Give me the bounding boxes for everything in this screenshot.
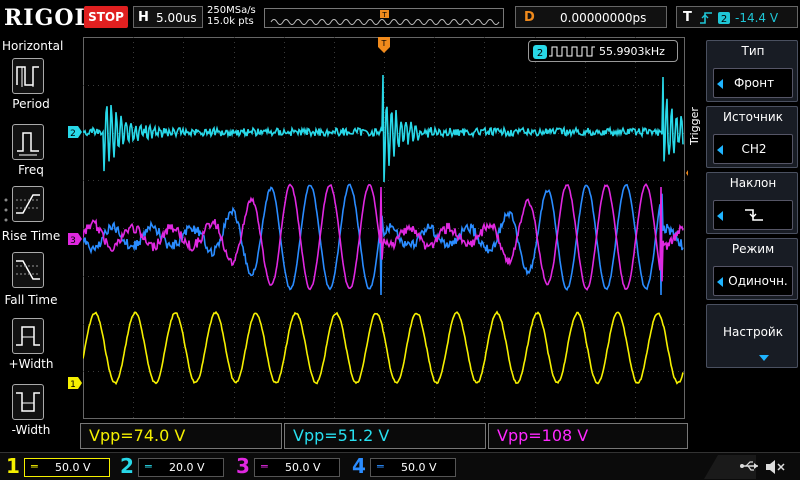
trigger-status[interactable]: T 2 -14.4 V xyxy=(676,6,798,28)
frequency-value: 55.9903kHz xyxy=(599,45,665,58)
trigger-type-softkey[interactable]: Тип Фронт xyxy=(706,40,798,102)
fall-time-icon xyxy=(16,260,40,280)
measurement-ch2-vpp[interactable]: Vpp=51.2 V xyxy=(284,423,486,449)
ch2-number: 2 xyxy=(120,454,134,478)
trigger-source-title: Источник xyxy=(723,110,783,124)
svg-text:T: T xyxy=(381,11,387,19)
trigger-source-value: CH2 xyxy=(741,142,767,156)
trigger-menu: Trigger Тип Фронт Источник CH2 Наклон Ре… xyxy=(688,36,800,452)
ch3-settings[interactable]: 3 ═ 50.0 V xyxy=(236,454,346,479)
svg-text:T: T xyxy=(381,39,387,48)
trigger-menu-label: Trigger xyxy=(688,107,701,145)
freq-label: Freq xyxy=(18,163,44,177)
ch4-scale: 50.0 V xyxy=(401,461,437,474)
trigger-mode-title: Режим xyxy=(731,242,775,256)
status-bar: RIGOL STOP H 5.00us 250MSa/s 15.0k pts T… xyxy=(0,0,800,36)
trigger-key: T xyxy=(683,10,692,25)
waveform-display[interactable] xyxy=(82,37,685,419)
freq-button[interactable] xyxy=(12,124,44,160)
speaker-muted-icon[interactable] xyxy=(764,458,786,476)
trigger-settings-softkey[interactable]: Настройк xyxy=(706,304,798,368)
ch1-settings[interactable]: 1 ═ 50.0 V xyxy=(6,454,116,479)
positive-width-button[interactable] xyxy=(12,318,44,354)
svg-text:3: 3 xyxy=(70,236,76,245)
trigger-type-title: Тип xyxy=(741,44,765,58)
rise-time-label: Rise Time xyxy=(1,229,61,243)
svg-text:2: 2 xyxy=(721,14,727,25)
trigger-slope-softkey[interactable]: Наклон xyxy=(706,172,798,234)
channel-bar: 1 ═ 50.0 V 2 ═ 20.0 V 3 ═ 50.0 V 4 ═ 50.… xyxy=(0,452,800,480)
svg-text:2: 2 xyxy=(537,48,543,59)
trigger-position-marker[interactable]: T xyxy=(378,37,390,53)
measurement-ch3-vpp[interactable]: Vpp=108 V xyxy=(488,423,688,449)
svg-text:2: 2 xyxy=(70,129,76,138)
trigger-source-softkey[interactable]: Источник CH2 xyxy=(706,106,798,168)
dc-coupling-icon: ═ xyxy=(377,460,384,473)
rise-time-button[interactable] xyxy=(12,186,44,222)
ch2-badge-icon: 2 xyxy=(533,45,547,59)
horizontal-timebase[interactable]: H 5.00us xyxy=(133,6,203,28)
acquisition-info: 250MSa/s 15.0k pts xyxy=(207,5,256,27)
ch1-offset-marker[interactable]: 1 xyxy=(68,377,82,389)
fall-time-label: Fall Time xyxy=(4,293,58,307)
trigger-slope-title: Наклон xyxy=(729,176,777,190)
dc-coupling-icon: ═ xyxy=(31,460,38,473)
ch2-scale: 20.0 V xyxy=(169,461,205,474)
menu-title: Horizontal xyxy=(2,39,64,53)
falling-edge-icon xyxy=(745,209,763,221)
trigger-level-value: -14.4 V xyxy=(735,11,779,25)
frequency-counter[interactable]: 2 55.9903kHz xyxy=(528,40,678,62)
ch4-number: 4 xyxy=(352,454,366,478)
ch3-scale: 50.0 V xyxy=(285,461,321,474)
frequency-icon xyxy=(17,132,39,156)
dc-coupling-icon: ═ xyxy=(261,460,268,473)
timebase-value: 5.00us xyxy=(156,11,197,25)
delay-value: 0.00000000ps xyxy=(560,11,647,25)
horizontal-measure-menu: Horizontal Period Freq Rise Time Fall Ti… xyxy=(0,36,64,452)
period-icon xyxy=(16,66,39,87)
brand-logo: RIGOL xyxy=(4,5,91,31)
ch3-number: 3 xyxy=(236,454,250,478)
trigger-source-ch2-icon: 2 xyxy=(718,12,730,25)
usb-icon xyxy=(740,461,758,471)
ch2-settings[interactable]: 2 ═ 20.0 V xyxy=(120,454,230,479)
horizontal-key: H xyxy=(138,10,149,25)
memory-depth: 15.0k pts xyxy=(207,16,254,27)
negative-width-button[interactable] xyxy=(12,384,44,420)
ch3-offset-marker[interactable]: 3 xyxy=(68,233,82,245)
expand-arrow-icon xyxy=(759,355,769,361)
positive-width-label: +Width xyxy=(8,357,54,371)
dc-coupling-icon: ═ xyxy=(145,460,152,473)
trigger-mode-value: Одиночн. xyxy=(728,274,788,288)
delay-offset[interactable]: D 0.00000000ps xyxy=(515,6,667,28)
measurement-ch1-vpp[interactable]: Vpp=74.0 V xyxy=(80,423,282,449)
svg-text:1: 1 xyxy=(70,380,76,389)
sample-rate: 250MSa/s xyxy=(207,5,256,16)
rising-edge-icon xyxy=(700,12,712,24)
ch2-offset-marker[interactable]: 2 xyxy=(68,126,82,138)
ch1-scale: 50.0 V xyxy=(55,461,91,474)
rise-time-icon xyxy=(16,194,40,214)
positive-width-icon xyxy=(16,326,40,346)
run-stop-status[interactable]: STOP xyxy=(84,6,128,28)
memory-waveform-icon: T xyxy=(270,10,500,25)
period-label: Period xyxy=(12,97,50,111)
select-arrow-icon xyxy=(717,211,723,221)
fall-time-button[interactable] xyxy=(12,252,44,288)
trigger-type-value: Фронт xyxy=(733,76,775,90)
negative-width-icon xyxy=(16,392,40,412)
negative-width-label: -Width xyxy=(11,423,51,437)
memory-overview: T xyxy=(264,8,504,28)
trigger-settings-title: Настройк xyxy=(723,325,783,339)
period-button[interactable] xyxy=(12,58,44,94)
graticule xyxy=(82,37,685,419)
pulse-train-icon xyxy=(549,46,595,57)
ch4-settings[interactable]: 4 ═ 50.0 V xyxy=(352,454,462,479)
delay-key: D xyxy=(524,10,535,25)
ch1-number: 1 xyxy=(6,454,20,478)
trigger-mode-softkey[interactable]: Режим Одиночн. xyxy=(706,238,798,300)
